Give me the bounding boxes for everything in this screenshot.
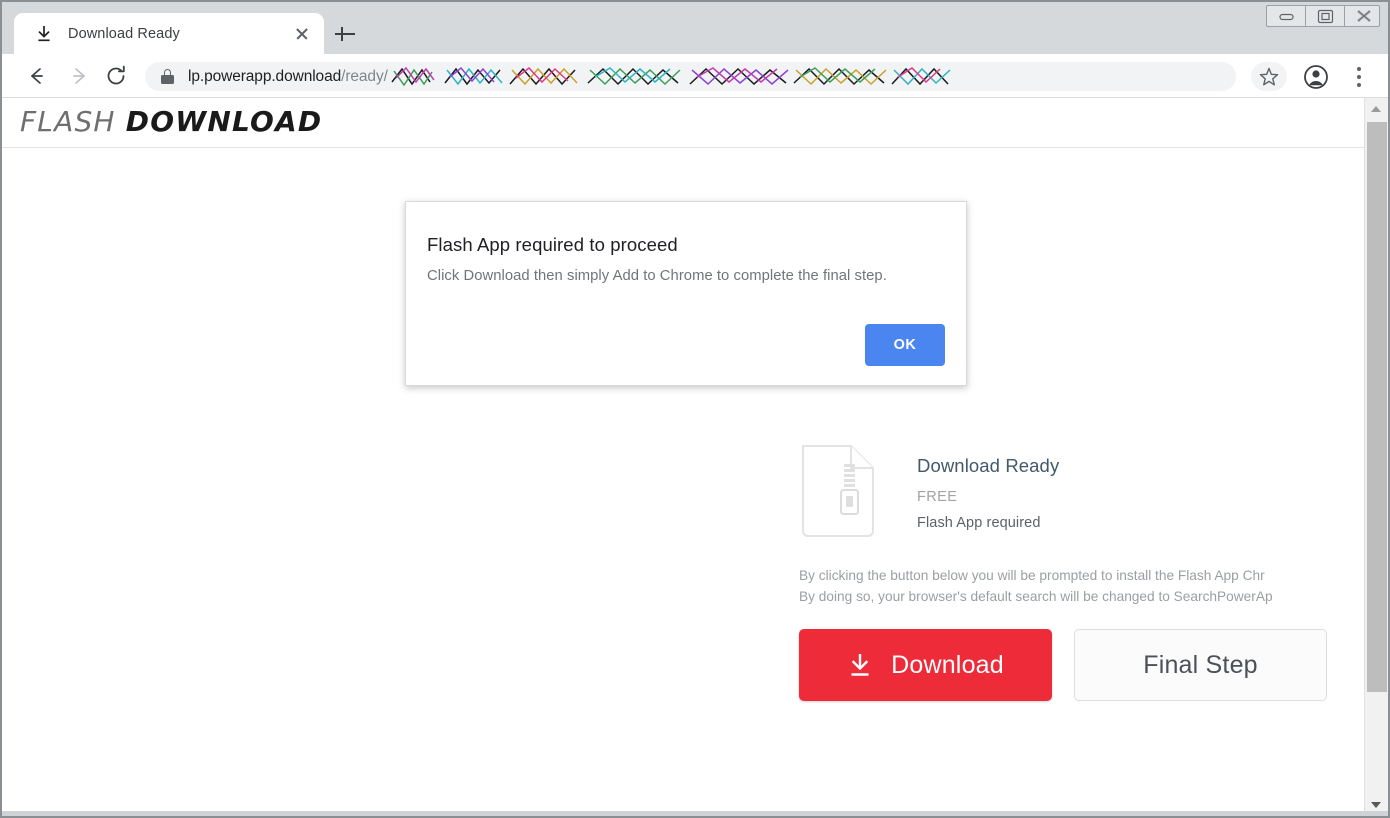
- new-tab-button[interactable]: [332, 21, 358, 47]
- close-icon[interactable]: [1345, 6, 1379, 26]
- dialog-ok-button[interactable]: OK: [865, 324, 945, 366]
- disclaimer-line-1: By clicking the button below you will be…: [799, 568, 1265, 583]
- dialog-message: Click Download then simply Add to Chrome…: [427, 268, 887, 284]
- address-bar[interactable]: lp.powerapp.download/ready/: [145, 62, 1236, 91]
- final-step-button[interactable]: Final Step: [1074, 629, 1327, 701]
- browser-tab-download-ready[interactable]: Download Ready: [14, 13, 324, 54]
- offer-price: FREE: [917, 489, 958, 505]
- star-icon[interactable]: [1251, 62, 1287, 91]
- url-host: lp.powerapp.download: [188, 67, 342, 85]
- flash-app-dialog: Flash App required to proceed Click Down…: [405, 201, 967, 386]
- download-arrow-icon: [847, 652, 873, 678]
- site-logo-word1: FLASH: [20, 105, 116, 138]
- reload-icon[interactable]: [102, 62, 130, 90]
- page-scrollbar[interactable]: [1364, 98, 1388, 816]
- tab-strip: Download Ready: [2, 2, 1388, 54]
- site-header: FLASH DOWNLOAD: [2, 98, 1364, 148]
- offer-title: Download Ready: [917, 455, 1060, 476]
- dialog-ok-label: OK: [893, 337, 917, 353]
- site-logo-word2: DOWNLOAD: [125, 105, 323, 138]
- site-logo: FLASH DOWNLOAD: [20, 105, 322, 138]
- zip-file-icon: [799, 443, 877, 540]
- download-offer-block: Download Ready FREE Flash App required B…: [799, 443, 1388, 701]
- back-arrow-icon[interactable]: [22, 62, 50, 90]
- disclaimer-text: By clicking the button below you will be…: [799, 565, 1388, 607]
- dialog-title: Flash App required to proceed: [427, 234, 678, 255]
- offer-note: Flash App required: [917, 515, 1041, 531]
- offer-text: Download Ready FREE Flash App required: [917, 443, 1059, 531]
- window-controls: [1266, 5, 1380, 27]
- window-bottom-strip: [2, 811, 1388, 816]
- close-tab-icon[interactable]: [290, 22, 314, 46]
- browser-window: Download Ready lp.powerapp.download/read…: [0, 0, 1390, 818]
- scroll-up-arrow-icon[interactable]: [1365, 98, 1388, 120]
- forward-arrow-icon: [66, 62, 94, 90]
- scroll-thumb[interactable]: [1367, 122, 1387, 692]
- profile-avatar-icon[interactable]: [1302, 63, 1330, 91]
- browser-toolbar: lp.powerapp.download/ready/: [2, 54, 1388, 98]
- offer-row: Download Ready FREE Flash App required: [799, 443, 1388, 540]
- minimize-icon[interactable]: [1267, 6, 1306, 26]
- final-step-button-label: Final Step: [1143, 650, 1258, 679]
- download-arrow-icon: [34, 24, 54, 44]
- lock-icon: [161, 69, 174, 84]
- url-text: lp.powerapp.download/ready/: [188, 68, 388, 86]
- download-button[interactable]: Download: [799, 629, 1052, 701]
- download-button-label: Download: [891, 650, 1004, 679]
- button-row: Download Final Step: [799, 629, 1388, 701]
- three-dot-menu-icon[interactable]: [1347, 63, 1371, 91]
- tab-title: Download Ready: [68, 25, 180, 42]
- restore-icon[interactable]: [1306, 6, 1345, 26]
- url-redaction-scribble: [390, 66, 1236, 88]
- page-viewport: FLASH DOWNLOAD Download Ready FREE Flash…: [2, 98, 1388, 816]
- url-path: /ready/: [341, 67, 388, 85]
- disclaimer-line-2: By doing so, your browser's default sear…: [799, 589, 1273, 604]
